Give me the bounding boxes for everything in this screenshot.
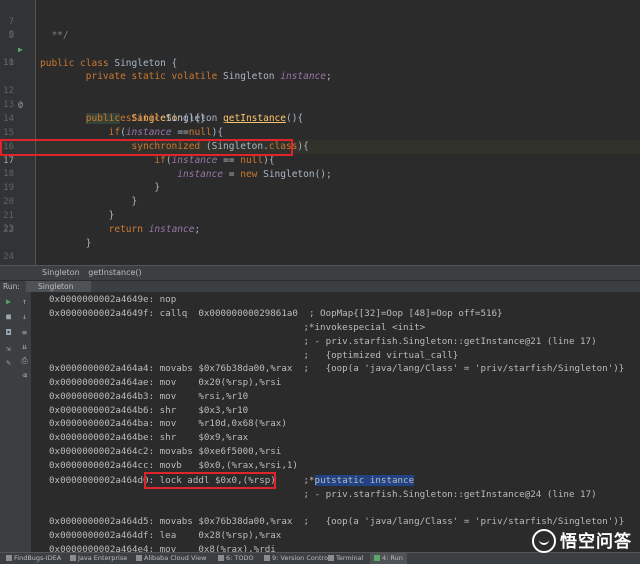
tool-version-control[interactable]: 9: Version Control: [264, 553, 330, 564]
rerun-icon[interactable]: ▶: [4, 297, 13, 306]
code-text: return instance;: [108, 224, 201, 236]
todo-icon: [218, 555, 224, 561]
putstatic-highlight: putstatic instance: [314, 475, 415, 486]
delete-icon[interactable]: ⌫: [20, 371, 29, 380]
run-tabbar: Run: Singleton: [0, 280, 640, 293]
console-toolbar: ▶ ■ ◘ ⇲ ✎: [0, 292, 16, 552]
code-text: public class Singleton {: [40, 58, 178, 70]
tool-window-bar: FindBugs-IDEA Java Enterprise Alibaba Cl…: [0, 552, 640, 564]
console-line-lock: 0x0000000002a464d0: lock addl $0x0,(%rsp…: [49, 475, 415, 486]
breadcrumb: Singleton getInstance(): [0, 265, 640, 280]
console-line: ; {optimized virtual_call}: [49, 350, 459, 361]
code-line: 19 }: [0, 168, 640, 208]
console-line: 0x0000000002a464b3: mov %rsi,%r10: [49, 391, 249, 402]
console-line: 0x0000000002a464cc: movb $0x0,(%rax,%rsi…: [49, 460, 298, 471]
code-line: 18 }: [0, 154, 640, 194]
wukong-logo-icon: [532, 529, 556, 553]
console-line: 0x0000000002a4649e: nop: [49, 294, 177, 305]
restore-layout-icon[interactable]: ⇲: [4, 344, 13, 353]
run-icon: [374, 555, 380, 561]
stop-icon[interactable]: ■: [4, 312, 13, 321]
vcs-icon: [264, 555, 270, 561]
console-line: 0x0000000002a464e4: mov 0x8(%rax),%rdi: [49, 544, 276, 552]
tool-findbugs[interactable]: FindBugs-IDEA: [6, 553, 61, 564]
wrap-icon[interactable]: ≡: [20, 328, 29, 337]
down-arrow-icon[interactable]: ↓: [20, 312, 29, 321]
up-arrow-icon[interactable]: ↑: [20, 297, 29, 306]
code-line: 17 instance = new Singleton();: [0, 141, 640, 181]
code-line: 20 }: [0, 182, 640, 222]
code-line: 15 synchronized (Singleton.class){: [0, 113, 640, 153]
console-line: 0x0000000002a464df: lea 0x28(%rsp),%rax: [49, 530, 282, 541]
console-line: 0x0000000002a464a4: movabs $0x76b38da00,…: [49, 363, 625, 374]
watermark: 悟空问答: [532, 527, 632, 553]
console-toolbar-2: ↑ ↓ ≡ ⇊ ⎙ ⌫: [16, 292, 32, 552]
console-line: ; - priv.starfish.Singleton::getInstance…: [49, 489, 597, 500]
code-line: 10 private static volatile Singleton ins…: [0, 43, 640, 83]
pin-icon[interactable]: ✎: [4, 358, 13, 367]
bug-icon: [6, 555, 12, 561]
console-line: 0x0000000002a4649f: callq 0x000000000298…: [49, 308, 503, 319]
print-icon[interactable]: ⎙: [20, 356, 29, 365]
console-line: 0x0000000002a464ae: mov 0x20(%rsp),%rsi: [49, 377, 282, 388]
console-line: 0x0000000002a464be: shr $0x9,%rax: [49, 432, 249, 443]
console-line: ; - priv.starfish.Singleton::getInstance…: [49, 336, 597, 347]
tool-java-enterprise[interactable]: Java Enterprise: [70, 553, 127, 564]
cloud-icon: [136, 555, 142, 561]
line-number: 11: [3, 58, 14, 68]
breadcrumb-class[interactable]: Singleton: [42, 268, 80, 277]
code-line: 7 **/: [0, 2, 640, 42]
tool-alibaba-cloud[interactable]: Alibaba Cloud View: [136, 553, 206, 564]
code-line: 21 return instance;: [0, 196, 640, 236]
code-line: 16 if(instance == null){: [0, 127, 640, 167]
code-line: 22 }: [0, 210, 640, 250]
console-line: 0x0000000002a464ba: mov %r10d,0x68(%rax): [49, 418, 287, 429]
code-line: 12 @ private Singleton(){}: [0, 71, 640, 124]
tool-todo[interactable]: 6: TODO: [218, 553, 254, 564]
code-line: 13 public static Singleton getInstance()…: [0, 85, 640, 125]
code-line: 8 ▶ public class Singleton {: [0, 16, 640, 69]
console-line: 0x0000000002a464c2: movabs $0xe6f5000,%r…: [49, 446, 282, 457]
terminal-icon: [328, 555, 334, 561]
console-line: 0x0000000002a464b6: shr $0x3,%r10: [49, 405, 249, 416]
line-number: 23: [3, 224, 14, 234]
code-line: 25 Singleton.getInstance();: [0, 251, 640, 265]
lock-instruction: lock addl $0x0,(%rsp): [159, 475, 276, 486]
code-editor[interactable]: 7 **/ 8 ▶ public class Singleton { 10 pr…: [0, 0, 640, 265]
line-number: 9: [8, 30, 14, 40]
tool-terminal[interactable]: Terminal: [328, 553, 363, 564]
camera-icon[interactable]: ◘: [4, 328, 13, 337]
tool-run[interactable]: 4: Run: [370, 553, 407, 564]
scroll-end-icon[interactable]: ⇊: [20, 342, 29, 351]
code-line: 14 if(instance ==null){: [0, 99, 640, 139]
java-icon: [70, 555, 76, 561]
breadcrumb-method[interactable]: getInstance(): [88, 268, 141, 277]
console-line: ;*invokespecial <init>: [49, 322, 426, 333]
code-text: **/: [40, 30, 69, 42]
code-line: 24 ▶ public static void main(String[] ar…: [0, 237, 640, 262]
run-console[interactable]: ▶ ■ ◘ ⇲ ✎ ↑ ↓ ≡ ⇊ ⎙ ⌫ 0x0000000002a4649e…: [0, 292, 640, 552]
